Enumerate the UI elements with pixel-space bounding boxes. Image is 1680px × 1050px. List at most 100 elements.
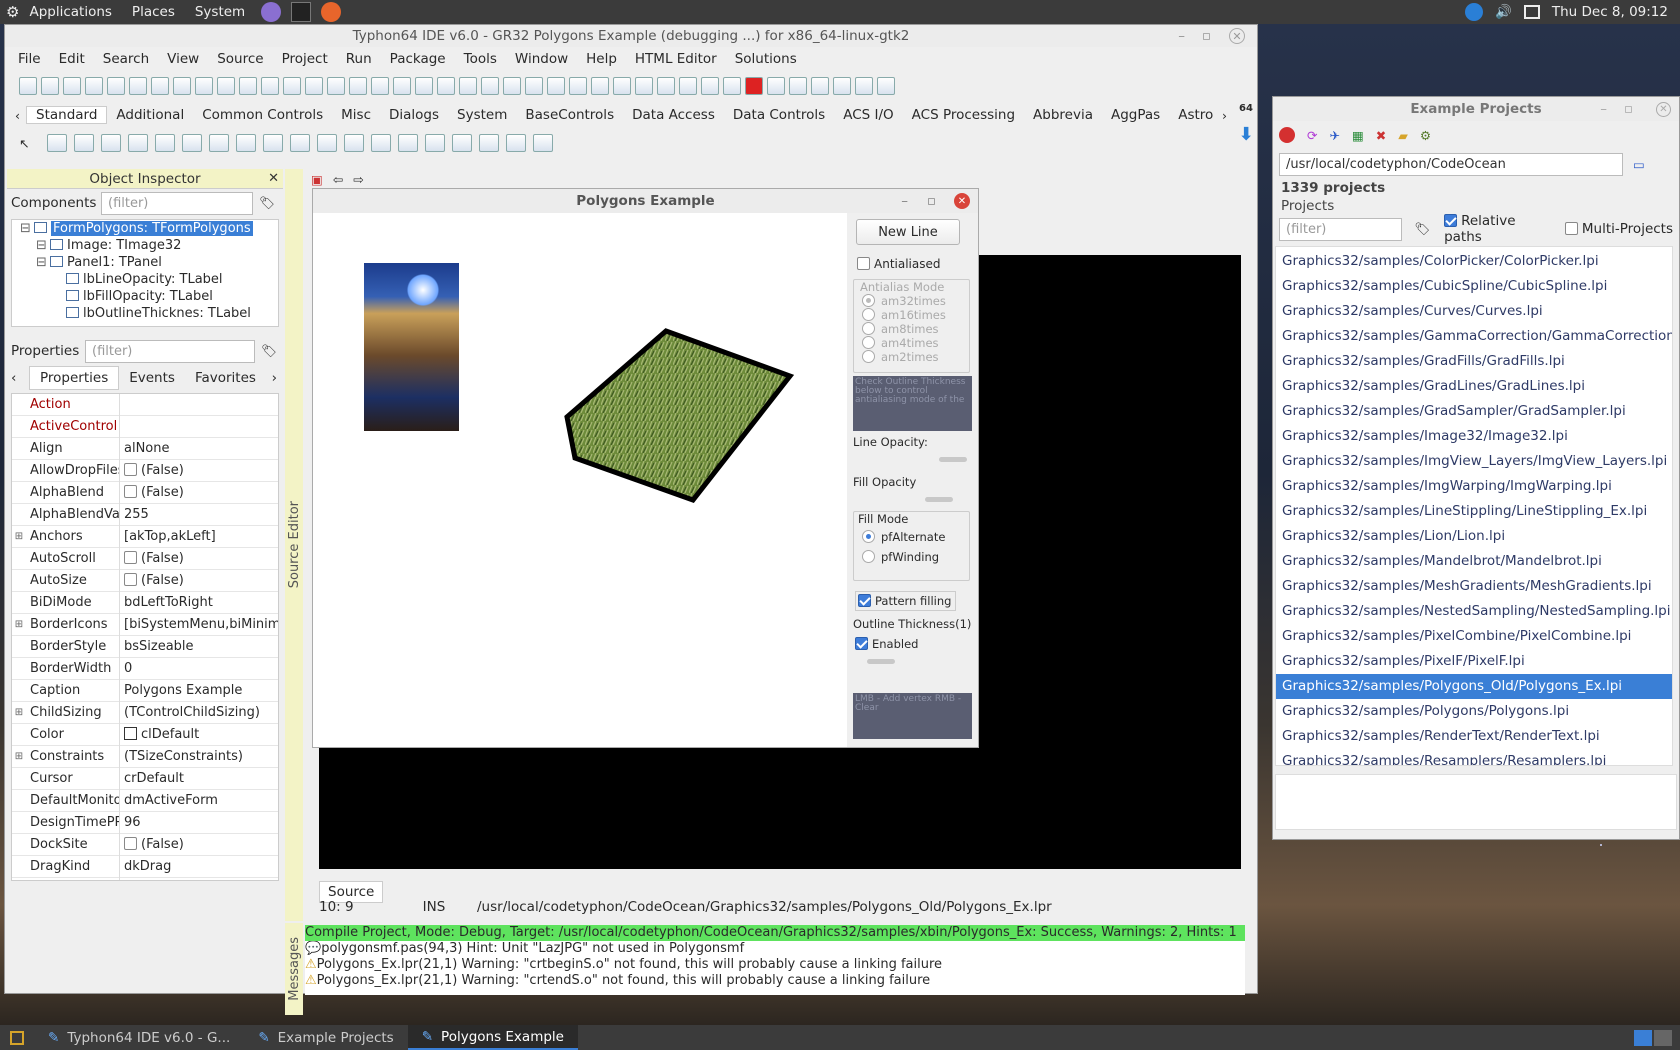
project-item[interactable]: Graphics32/samples/GradFills/GradFills.l… [1276,349,1672,374]
palette-component-icon[interactable] [452,134,473,152]
projects-filter-input[interactable]: (filter) [1279,217,1403,241]
toolbar-button-icon[interactable] [525,77,543,95]
palette-tab-common-controls[interactable]: Common Controls [193,107,332,123]
menu-edit[interactable]: Edit [50,51,94,67]
toolbar-button-icon[interactable] [19,77,37,95]
tree-node[interactable]: ⊟ Image: TImage32 [12,237,278,254]
project-item[interactable]: Graphics32/samples/Polygons/Polygons.lpi [1276,699,1672,724]
palette-tab-acs-processing[interactable]: ACS Processing [903,107,1024,123]
outline-thickness-slider[interactable] [867,659,895,664]
toolbar-button-icon[interactable] [371,77,389,95]
toolbar-button-icon[interactable] [789,77,807,95]
toolbar-button-icon[interactable] [305,77,323,95]
property-value[interactable]: dmManual [120,878,278,881]
property-row[interactable]: ActiveControl [12,415,278,438]
property-value[interactable]: (False) [120,570,278,592]
toolbar-button-icon[interactable] [283,77,301,95]
editor-forward-icon[interactable]: ⇨ [353,172,363,187]
places-menu[interactable]: Places [132,4,175,20]
project-item[interactable]: Graphics32/samples/ImgWarping/ImgWarping… [1276,474,1672,499]
toolbar-button-icon[interactable] [393,77,411,95]
palette-tab-acs-i-o[interactable]: ACS I/O [834,107,902,123]
menu-package[interactable]: Package [381,51,455,67]
toolbar-button-icon[interactable] [679,77,697,95]
menu-view[interactable]: View [158,51,208,67]
property-row[interactable]: DefaultMonitor dmActiveForm [12,789,278,812]
toolbar-button-icon[interactable] [459,77,477,95]
property-value[interactable]: [akTop,akLeft] [120,526,278,548]
open-project-icon[interactable]: ▦ [1352,128,1364,143]
toolbar-button-icon[interactable] [195,77,213,95]
polygons-titlebar[interactable]: Polygons Example – ▫ ✕ [313,189,978,213]
property-row[interactable]: BiDiMode bdLeftToRight [12,591,278,614]
toolbar-button-icon[interactable] [437,77,455,95]
property-row[interactable]: DockSite (False) [12,833,278,856]
toolbar-button-icon[interactable] [261,77,279,95]
project-item[interactable]: Graphics32/samples/GammaCorrection/Gamma… [1276,324,1672,349]
antialias-mode-radio[interactable]: am32times [862,294,969,308]
menu-window[interactable]: Window [506,51,577,67]
projects-close-icon[interactable]: ✕ [1656,101,1671,117]
project-item[interactable]: Graphics32/samples/RenderText/RenderText… [1276,724,1672,749]
project-item[interactable]: Graphics32/samples/CubicSpline/CubicSpli… [1276,274,1672,299]
project-item[interactable]: Graphics32/samples/NestedSampling/Nested… [1276,599,1672,624]
property-row[interactable]: DragKind dkDrag [12,855,278,878]
antialias-mode-radio[interactable]: am2times [862,350,969,364]
property-value[interactable]: crDefault [120,768,278,790]
property-value[interactable] [120,394,278,416]
palette-scroll-right-icon[interactable]: › [1214,108,1235,123]
project-item[interactable]: Graphics32/samples/PixelCombine/PixelCom… [1276,624,1672,649]
property-value[interactable]: 96 [120,812,278,834]
palette-tab-aggpas[interactable]: AggPas [1102,107,1169,123]
property-value[interactable]: dkDrag [120,856,278,878]
property-row[interactable]: Color clDefault [12,723,278,746]
toolbar-button-icon[interactable] [767,77,785,95]
palette-component-icon[interactable] [182,134,203,152]
delete-icon[interactable]: ✖ [1376,128,1386,143]
property-row[interactable]: AutoScroll (False) [12,547,278,570]
menu-search[interactable]: Search [94,51,158,67]
palette-component-icon[interactable] [74,134,95,152]
project-item[interactable]: Graphics32/samples/PixelF/PixelF.lpi [1276,649,1672,674]
project-item[interactable]: Graphics32/samples/Mandelbrot/Mandelbrot… [1276,549,1672,574]
palette-component-icon[interactable] [506,134,527,152]
properties-filter-input[interactable]: (filter) [85,339,255,363]
inspector-tab-properties[interactable]: Properties [29,366,120,390]
property-value[interactable]: (False) [120,482,278,504]
tabs-right-icon[interactable]: › [272,370,283,386]
toolbar-button-icon[interactable] [811,77,829,95]
project-item[interactable]: Graphics32/samples/MeshGradients/MeshGra… [1276,574,1672,599]
property-expander-icon[interactable]: ⊞ [12,531,26,542]
property-value[interactable]: bdLeftToRight [120,592,278,614]
property-checkbox[interactable] [124,836,137,850]
property-row[interactable]: AllowDropFiles (False) [12,459,278,482]
property-value[interactable]: (False) [120,460,278,482]
pf-alternate-radio[interactable]: pfAlternate [854,530,969,550]
projects-path-input[interactable]: /usr/local/codetyphon/CodeOcean [1279,153,1623,176]
palette-tab-basecontrols[interactable]: BaseControls [516,107,623,123]
toolbar-button-icon[interactable] [833,77,851,95]
property-row[interactable]: AutoSize (False) [12,569,278,592]
line-opacity-slider[interactable] [939,457,967,462]
projects-minimize-icon[interactable]: – [1600,101,1607,117]
new-line-button[interactable]: New Line [856,219,960,245]
message-hint[interactable]: 💬polygonsmf.pas(94,3) Hint: Unit "LazJPG… [305,941,1245,957]
polygon-shape[interactable] [313,213,847,747]
project-item[interactable]: Graphics32/samples/LineStippling/LineSti… [1276,499,1672,524]
components-filter-input[interactable]: (filter) [101,191,253,215]
applications-menu[interactable]: Applications [29,4,111,20]
palette-component-icon[interactable] [344,134,365,152]
toolbar-button-icon[interactable] [635,77,653,95]
property-row[interactable]: AlphaBlendValue255 [12,503,278,526]
property-expander-icon[interactable]: ⊞ [12,707,26,718]
toolbar-button-icon[interactable] [701,77,719,95]
property-value[interactable] [120,416,278,438]
toolbar-button-icon[interactable] [745,77,763,95]
toolbar-button-icon[interactable] [85,77,103,95]
property-value[interactable]: 255 [120,504,278,526]
property-row[interactable]: Cursor crDefault [12,767,278,790]
menu-source[interactable]: Source [208,51,272,67]
show-desktop-icon[interactable] [10,1030,24,1045]
pattern-filling-checkbox[interactable]: Pattern filling [855,591,957,611]
property-value[interactable]: bsSizeable [120,636,278,658]
